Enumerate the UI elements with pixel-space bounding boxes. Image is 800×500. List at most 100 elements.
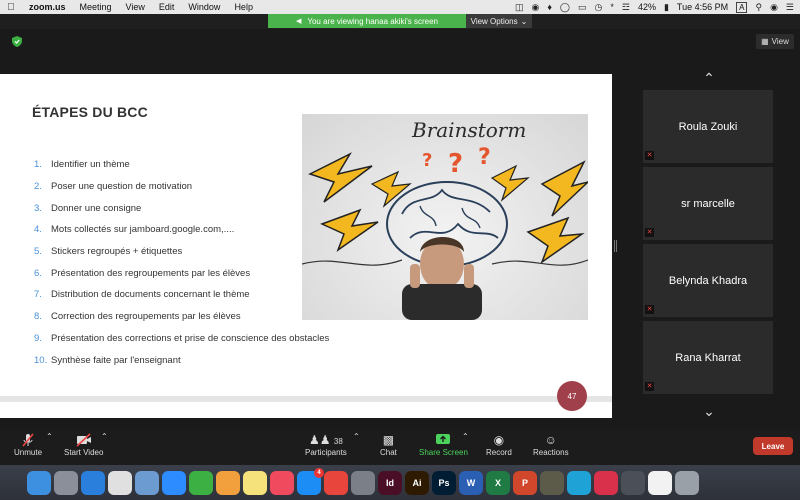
menu-view[interactable]: View [119, 2, 152, 12]
quicktime-icon[interactable] [621, 470, 645, 495]
menu-help[interactable]: Help [227, 2, 260, 12]
dropbox-icon[interactable]: ♦ [547, 2, 552, 12]
record-status-icon[interactable]: ◉ [531, 2, 539, 13]
view-button-label: View [771, 37, 789, 46]
share-caret-icon[interactable]: ⌃ [462, 432, 469, 441]
illustrator-icon[interactable]: Ai [405, 470, 429, 495]
list-item: 8. Correction des regroupements par les é… [34, 306, 329, 328]
trash-icon[interactable] [675, 470, 699, 495]
participant-tile[interactable]: Roula Zouki ✕ [643, 90, 773, 163]
safari-icon[interactable] [81, 470, 105, 495]
list-item: 2. Poser une question de motivation [34, 176, 329, 198]
view-options-button[interactable]: View Options ⌄ [466, 14, 532, 28]
chat-button[interactable]: ▩ Chat [380, 432, 397, 457]
start-video-button[interactable]: Start Video [64, 432, 103, 457]
photoshop-icon[interactable]: Ps [432, 470, 456, 495]
clock[interactable]: Tue 4:56 PM [677, 2, 728, 12]
control-center-icon[interactable]: ☰ [786, 2, 794, 13]
view-button[interactable]: ▦ View [756, 34, 794, 49]
participants-caret-icon[interactable]: ⌃ [353, 432, 360, 441]
facetime-icon[interactable] [189, 470, 213, 495]
participants-button[interactable]: ♟♟ 38 Participants [305, 432, 347, 457]
reactions-button[interactable]: ☺ Reactions [533, 432, 569, 457]
step-text: Donner une consigne [51, 202, 142, 214]
record-button[interactable]: ◉ Record [486, 432, 512, 457]
chat-bubble-icon: ▩ [382, 433, 395, 447]
apple-icon[interactable]:  [0, 2, 22, 13]
participant-name: sr marcelle [681, 197, 735, 210]
chevron-up-icon[interactable]: ⌃ [697, 71, 721, 85]
systemprefs-icon[interactable] [351, 470, 375, 495]
photos-icon[interactable] [216, 470, 240, 495]
game-icon[interactable] [540, 470, 564, 495]
leave-button[interactable]: Leave [753, 437, 793, 455]
step-number: 1. [34, 159, 42, 171]
participant-tile[interactable]: Belynda Khadra ✕ [643, 244, 773, 317]
creative-cloud-icon[interactable] [594, 470, 618, 495]
vpn-icon[interactable]: ◯ [560, 2, 570, 13]
clock-status-icon[interactable]: ◷ [595, 2, 603, 13]
screen-icon[interactable]: ▭ [578, 2, 587, 13]
battery-percent: 42% [637, 2, 656, 12]
menu-meeting[interactable]: Meeting [73, 2, 119, 12]
indesign-icon[interactable]: Id [378, 470, 402, 495]
panel-resize-handle[interactable] [614, 240, 617, 252]
appstore-icon[interactable]: 4 [297, 467, 324, 495]
input-source[interactable]: A [736, 1, 748, 13]
chevron-down-icon[interactable]: ⌄ [697, 404, 721, 418]
word-icon[interactable]: W [459, 470, 483, 495]
unmute-button[interactable]: Unmute [14, 432, 42, 457]
spotlight-icon[interactable]: ⚲ [755, 2, 762, 13]
participant-tile[interactable]: Rana Kharrat ✕ [643, 321, 773, 394]
step-text: Identifier un thème [51, 159, 130, 171]
participant-tile[interactable]: sr marcelle ✕ [643, 167, 773, 240]
step-text: Mots collectés sur jamboard.google.com,.… [51, 224, 235, 236]
steps-list: 1. Identifier un thème 2. Poser une questi… [34, 154, 329, 371]
wifi-icon[interactable]: ☲ [622, 2, 630, 13]
anydesk-icon[interactable] [324, 470, 348, 495]
grid-icon: ▦ [761, 37, 769, 46]
menu-app-name[interactable]: zoom.us [22, 2, 73, 12]
list-item: 3. Donner une consigne [34, 197, 329, 219]
people-icon: ♟♟ [309, 433, 331, 447]
audio-options-caret-icon[interactable]: ⌃ [46, 432, 53, 441]
zoom-status-icon[interactable]: ◫ [515, 2, 524, 13]
share-screen-button[interactable]: Share Screen [419, 432, 468, 457]
shield-icon[interactable] [12, 36, 22, 47]
preview-icon[interactable] [135, 470, 159, 495]
music-icon[interactable] [270, 470, 294, 495]
textedit-icon[interactable] [648, 470, 672, 495]
muted-mic-icon: ✕ [645, 382, 654, 391]
zoom-icon[interactable] [162, 470, 186, 495]
step-text: Distribution de documents concernant le … [51, 289, 250, 301]
step-text: Poser une question de motivation [51, 181, 193, 193]
siri-icon[interactable]: ◉ [770, 2, 778, 13]
launchpad-icon[interactable] [54, 470, 78, 495]
powerpoint-icon[interactable]: P [513, 470, 537, 495]
participants-count: 38 [333, 437, 343, 446]
notes-icon[interactable] [243, 470, 267, 495]
finder-icon[interactable] [27, 470, 51, 495]
share-screen-label: Share Screen [419, 448, 468, 457]
chrome-icon[interactable] [108, 470, 132, 495]
step-number: 6. [34, 267, 42, 279]
video-options-caret-icon[interactable]: ⌃ [101, 432, 108, 441]
step-number: 10. [34, 354, 48, 366]
list-item: 4. Mots collectés sur jamboard.google.com… [34, 219, 329, 241]
menu-edit[interactable]: Edit [152, 2, 182, 12]
accessibility-icon[interactable] [567, 470, 591, 495]
excel-icon[interactable]: X [486, 470, 510, 495]
reactions-label: Reactions [533, 448, 569, 457]
chat-label: Chat [380, 448, 397, 457]
record-label: Record [486, 448, 512, 457]
step-text: Présentation des corrections et prise de… [51, 332, 330, 344]
start-video-label: Start Video [64, 448, 104, 457]
menu-window[interactable]: Window [181, 2, 227, 12]
participants-icon-wrap: ♟♟ 38 [309, 432, 343, 448]
smiley-plus-icon: ☺ [544, 433, 557, 447]
battery-icon[interactable]: ▮ [664, 2, 669, 13]
muted-mic-icon: ✕ [645, 228, 654, 237]
video-off-icon [75, 432, 93, 448]
bluetooth-icon[interactable]: * [610, 2, 614, 12]
shared-slide: ÉTAPES DU BCC 1. Identifier un thème 2. Po… [0, 74, 612, 418]
